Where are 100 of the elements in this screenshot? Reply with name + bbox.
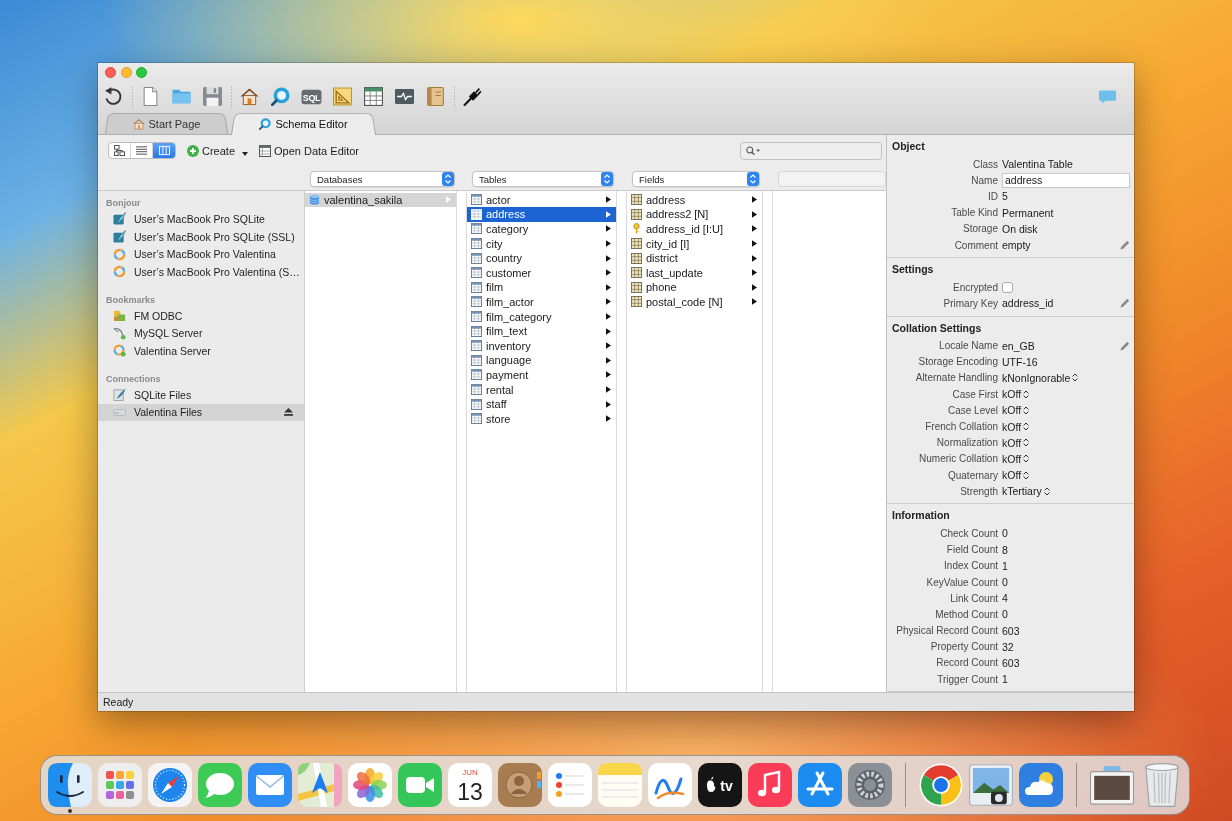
column-popup[interactable]: Fields: [632, 171, 760, 187]
sql-icon[interactable]: SQL: [301, 88, 322, 105]
column-popup[interactable]: Databases: [310, 171, 455, 187]
list-row[interactable]: district: [627, 250, 762, 266]
list-row[interactable]: payment: [467, 367, 616, 383]
list-row[interactable]: film_category: [467, 309, 616, 324]
list-row[interactable]: film: [467, 280, 616, 295]
updown-arrows-icon: [1023, 438, 1030, 448]
pencil-icon[interactable]: [1120, 340, 1130, 351]
ring-icon: [113, 265, 126, 279]
contacts-book-icon[interactable]: [498, 763, 542, 807]
window-thumbnail-icon[interactable]: [1090, 763, 1134, 807]
sidebar-item[interactable]: User’s MacBook Pro SQLite: [98, 210, 304, 228]
property-value: 0: [1002, 576, 1008, 589]
list-row[interactable]: postal_code [N]: [627, 294, 762, 310]
column-view-button[interactable]: [153, 143, 175, 158]
speech-bubble-icon[interactable]: [198, 763, 242, 807]
pulse-monitor-icon[interactable]: [395, 87, 414, 106]
list-row[interactable]: country: [467, 250, 616, 266]
open-data-editor-button[interactable]: Open Data Editor: [259, 144, 360, 157]
list-row[interactable]: film_text: [467, 323, 616, 339]
list-row[interactable]: language: [467, 353, 616, 368]
property-label: Normalization: [935, 437, 998, 449]
list-row[interactable]: phone: [627, 280, 762, 295]
list-row[interactable]: city_id [I]: [627, 236, 762, 251]
sidebar-item[interactable]: MySQL Server: [98, 324, 304, 343]
list-row[interactable]: address2 [N]: [627, 207, 762, 222]
envelope-icon[interactable]: [248, 763, 292, 807]
tab[interactable]: Start Page: [105, 112, 228, 135]
pencil-icon[interactable]: [1120, 240, 1130, 251]
value-popup[interactable]: kOff: [1002, 404, 1030, 417]
value-popup[interactable]: kOff: [1002, 436, 1030, 449]
weather-icon[interactable]: [1019, 763, 1063, 807]
value-popup[interactable]: kOff: [1002, 388, 1030, 401]
plug-icon[interactable]: [463, 87, 482, 106]
set-square-icon[interactable]: [333, 87, 352, 106]
sidebar-item[interactable]: User’s MacBook Pro Valentina: [98, 245, 304, 264]
book-icon[interactable]: [426, 87, 445, 106]
list-row[interactable]: staff: [467, 396, 616, 412]
close-button[interactable]: [105, 67, 116, 78]
list-row[interactable]: film_actor: [467, 294, 616, 310]
list-row[interactable]: address: [467, 207, 616, 222]
key-icon: [631, 223, 642, 235]
table-icon[interactable]: [364, 87, 383, 106]
checklist-icon[interactable]: [548, 763, 592, 807]
save-icon[interactable]: [203, 87, 222, 106]
list-row[interactable]: store: [467, 411, 616, 426]
list-row[interactable]: last_update: [627, 265, 762, 281]
sidebar-item[interactable]: SQLite Files: [98, 385, 304, 404]
eject-icon[interactable]: [284, 408, 293, 417]
sidebar-item[interactable]: Valentina Files: [98, 403, 304, 422]
folder-icon[interactable]: [172, 87, 191, 106]
search-field[interactable]: [740, 141, 882, 160]
refresh-icon[interactable]: [104, 87, 123, 106]
letter-a-tile-icon[interactable]: [798, 763, 842, 807]
column-popup[interactable]: Tables: [472, 171, 614, 187]
smiling-face-icon[interactable]: [48, 763, 92, 807]
checkbox[interactable]: [1002, 281, 1013, 293]
scribble-icon[interactable]: [648, 763, 692, 807]
music-note-icon[interactable]: [748, 763, 792, 807]
sidebar-item[interactable]: User’s MacBook Pro SQLite (SSL): [98, 227, 304, 246]
list-row[interactable]: category: [467, 221, 616, 237]
new-document-icon[interactable]: [141, 87, 160, 106]
zoom-button[interactable]: [136, 67, 147, 78]
tricolor-circle-icon[interactable]: [919, 763, 963, 807]
tv-app-icon[interactable]: tv: [698, 763, 742, 807]
create-button[interactable]: Create: [187, 144, 249, 157]
list-row[interactable]: actor: [467, 192, 616, 208]
value-popup[interactable]: kOff: [1002, 469, 1030, 482]
minimize-button[interactable]: [120, 67, 132, 78]
tab[interactable]: Schema Editor: [231, 112, 376, 135]
home-icon[interactable]: [240, 87, 259, 106]
list-row[interactable]: address_id [I:U]: [627, 221, 762, 237]
sidebar-item[interactable]: FM ODBC: [98, 306, 304, 325]
name-field[interactable]: address: [1002, 172, 1130, 188]
value-popup[interactable]: kNonIgnorable: [1002, 371, 1079, 384]
picture-camera-icon[interactable]: [969, 763, 1013, 807]
property-label: Primary Key: [942, 297, 998, 309]
value-popup[interactable]: kOff: [1002, 420, 1030, 433]
app-grid-icon[interactable]: [98, 763, 142, 807]
list-row[interactable]: inventory: [467, 338, 616, 354]
compass-icon[interactable]: [148, 763, 192, 807]
flower-icon[interactable]: [348, 763, 392, 807]
settings-icon[interactable]: [848, 763, 892, 807]
schema-icon[interactable]: [271, 87, 290, 106]
sidebar-item[interactable]: User’s MacBook Pro Valentina (S…: [98, 263, 304, 281]
list-row[interactable]: rental: [467, 382, 616, 397]
list-row[interactable]: address: [627, 192, 762, 208]
field-grid-icon: [631, 238, 642, 250]
sidebar-item[interactable]: Valentina Server: [98, 342, 304, 360]
calendar-icon[interactable]: JUN 13: [448, 763, 492, 807]
list-row[interactable]: customer: [467, 265, 616, 281]
value-popup[interactable]: kTertiary: [1002, 485, 1050, 498]
pencil-icon[interactable]: [1120, 298, 1130, 309]
value-popup[interactable]: kOff: [1002, 452, 1030, 465]
property-label: Encrypted: [951, 281, 998, 293]
list-row[interactable]: city: [467, 236, 616, 251]
list-row[interactable]: valentina_sakila: [305, 192, 456, 208]
video-camera-icon[interactable]: [398, 763, 442, 807]
map-icon[interactable]: [298, 763, 342, 807]
